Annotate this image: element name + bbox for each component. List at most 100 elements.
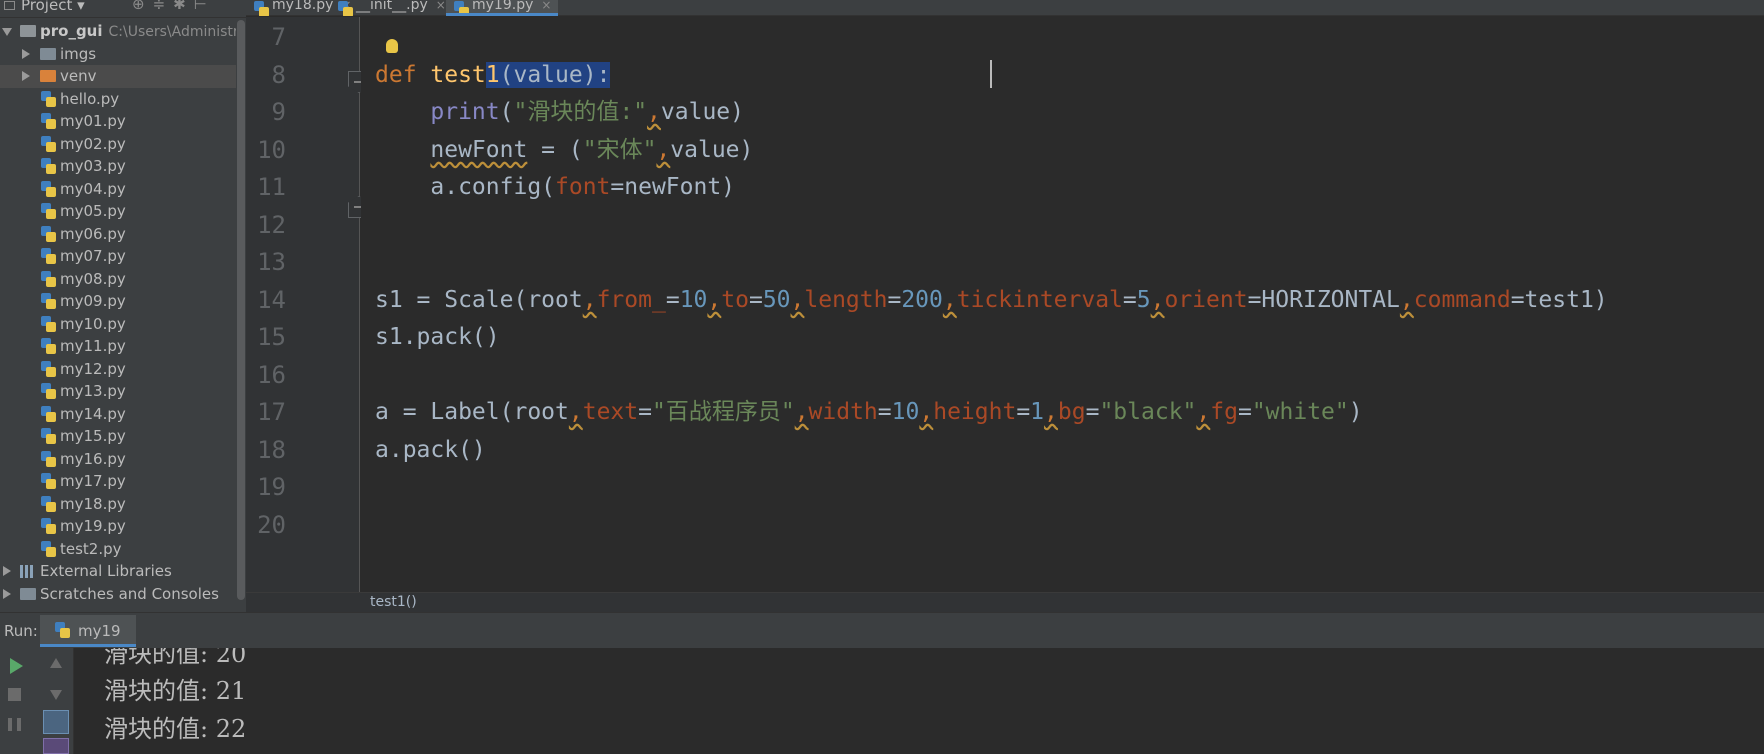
tree-item-label: my11.py <box>60 337 126 355</box>
code-token: , <box>919 399 934 425</box>
code-token: = <box>877 399 892 425</box>
python-file-icon <box>41 360 56 377</box>
run-panel-header: Run: my19 <box>0 612 1764 648</box>
gear-icon[interactable]: ✱ <box>173 0 194 13</box>
code-token: value) <box>670 137 754 163</box>
tree-item-file[interactable]: my02.py <box>0 133 236 156</box>
project-scrollbar[interactable] <box>236 20 246 612</box>
tree-item-file[interactable]: my18.py <box>0 493 236 516</box>
close-icon[interactable]: × <box>436 0 446 12</box>
target-icon[interactable]: ⊕ <box>132 0 153 13</box>
tab-my19[interactable]: my19.py × <box>446 0 558 16</box>
python-file-icon <box>41 383 56 399</box>
tree-item-file[interactable]: my13.py <box>0 380 236 403</box>
run-toolbar <box>0 648 36 754</box>
tree-item-file[interactable]: my07.py <box>0 245 236 268</box>
tree-item-file[interactable]: my14.py <box>0 403 236 426</box>
tree-item-file[interactable]: test2.py <box>0 538 236 561</box>
tree-item-label: my17.py <box>60 472 126 490</box>
line-number: 19 <box>257 473 286 501</box>
run-tab-label: my19 <box>78 622 121 640</box>
close-icon[interactable]: × <box>541 0 551 12</box>
code-token: s1 = Scale(root <box>375 287 583 313</box>
pause-icon[interactable] <box>8 718 21 731</box>
code-token: a = Label(root <box>375 399 569 425</box>
code-token: , <box>582 287 597 313</box>
stop-icon[interactable] <box>8 688 21 701</box>
tree-item-file[interactable]: my15.py <box>0 425 236 448</box>
code-token: =newFont) <box>610 174 736 200</box>
tree-item-file[interactable]: my01.py <box>0 110 236 133</box>
tree-item-file[interactable]: my11.py <box>0 335 236 358</box>
code-token: = <box>1122 287 1137 313</box>
collapse-arrow-icon[interactable] <box>22 71 30 81</box>
code-token: a.config( <box>430 174 556 200</box>
root-folder-path: C:\Users\Administr <box>108 24 239 40</box>
code-token: command <box>1413 287 1511 313</box>
code-token: , <box>794 399 809 425</box>
project-view-selector[interactable]: Project ▾ <box>4 0 85 13</box>
tree-item-root[interactable]: pro_gui C:\Users\Administr <box>0 20 239 43</box>
collapse-arrow-icon[interactable] <box>3 588 11 599</box>
tree-item-file[interactable]: my04.py <box>0 178 236 201</box>
scroll-up-icon[interactable] <box>50 658 62 668</box>
tree-item-label: my16.py <box>60 449 126 468</box>
tree-item-label: venv <box>60 67 97 85</box>
tree-item-file[interactable]: my08.py <box>0 268 236 291</box>
tree-item-file[interactable]: my06.py <box>0 223 236 246</box>
scrollbar-thumb[interactable] <box>237 20 245 600</box>
tree-item-file[interactable]: my10.py <box>0 313 236 336</box>
python-file-icon <box>41 225 56 242</box>
line-number: 16 <box>257 361 286 389</box>
tree-item-file[interactable]: my16.py <box>0 448 236 471</box>
rerun-icon[interactable] <box>10 658 23 674</box>
code-token: =test1) <box>1510 287 1608 313</box>
code-token: test <box>430 62 486 88</box>
expand-arrow-icon[interactable] <box>2 28 12 36</box>
tree-item-file[interactable]: my09.py <box>0 290 236 313</box>
tree-item-label: my03.py <box>60 157 126 175</box>
collapse-icon[interactable]: ≑ <box>153 0 174 13</box>
tree-item-file[interactable]: my12.py <box>0 358 236 381</box>
line-number: 12 <box>257 211 286 239</box>
code-token: "滑块的值:" <box>513 99 648 125</box>
breadcrumb[interactable]: test1() <box>370 594 417 610</box>
console-line: 滑块的值: 22 <box>104 715 247 743</box>
tree-item-folder[interactable]: imgs <box>0 43 236 66</box>
tree-item-folder[interactable]: venv <box>0 65 236 88</box>
tree-item-label: my07.py <box>60 247 126 265</box>
code-token: "white" <box>1251 399 1349 425</box>
collapse-arrow-icon[interactable] <box>3 566 11 576</box>
collapse-arrow-icon[interactable] <box>22 48 30 59</box>
run-tab-my19[interactable]: my19 <box>40 615 136 647</box>
code-line-10: newFont = ("宋体",value) <box>375 135 753 165</box>
tree-item-file[interactable]: hello.py <box>0 88 236 111</box>
python-file-icon <box>41 540 56 557</box>
scroll-down-icon[interactable] <box>50 690 62 700</box>
tab-label: my19.py <box>472 0 534 13</box>
console-output[interactable]: 滑块的值: 20 滑块的值: 21 滑块的值: 22 <box>74 648 1764 754</box>
code-token: width <box>808 399 878 425</box>
scroll-to-end-icon[interactable] <box>43 738 69 754</box>
editor-gutter: 7 8 9 10 11 12 13 14 15 16 17 18 19 20 <box>246 17 360 592</box>
code-editor[interactable]: def test1(value): print("滑块的值:",value) n… <box>361 17 1764 592</box>
soft-wrap-icon[interactable] <box>43 710 69 734</box>
code-token: value) <box>660 99 744 125</box>
lightbulb-icon[interactable] <box>386 39 398 53</box>
hide-icon[interactable]: ⊢ <box>194 0 215 13</box>
tree-item-label: my12.py <box>60 359 126 378</box>
selected-text: (value): <box>499 62 611 88</box>
tree-item-scratches[interactable]: Scratches and Consoles <box>0 583 236 606</box>
code-token: 10 <box>891 399 920 425</box>
project-panel-tools: ⊕≑✱⊢ <box>132 0 215 13</box>
code-line-9: print("滑块的值:",value) <box>375 97 744 127</box>
tree-item-file[interactable]: my03.py <box>0 155 236 178</box>
tree-item-file[interactable]: my19.py <box>0 515 236 538</box>
tab-init[interactable]: __init__.py × <box>330 0 450 16</box>
code-token: newFont <box>430 137 528 163</box>
library-icon <box>20 565 36 578</box>
tree-item-file[interactable]: my05.py <box>0 200 236 223</box>
tree-item-file[interactable]: my17.py <box>0 470 236 493</box>
tree-item-external-libraries[interactable]: External Libraries <box>0 560 236 583</box>
code-token: length <box>804 287 888 313</box>
